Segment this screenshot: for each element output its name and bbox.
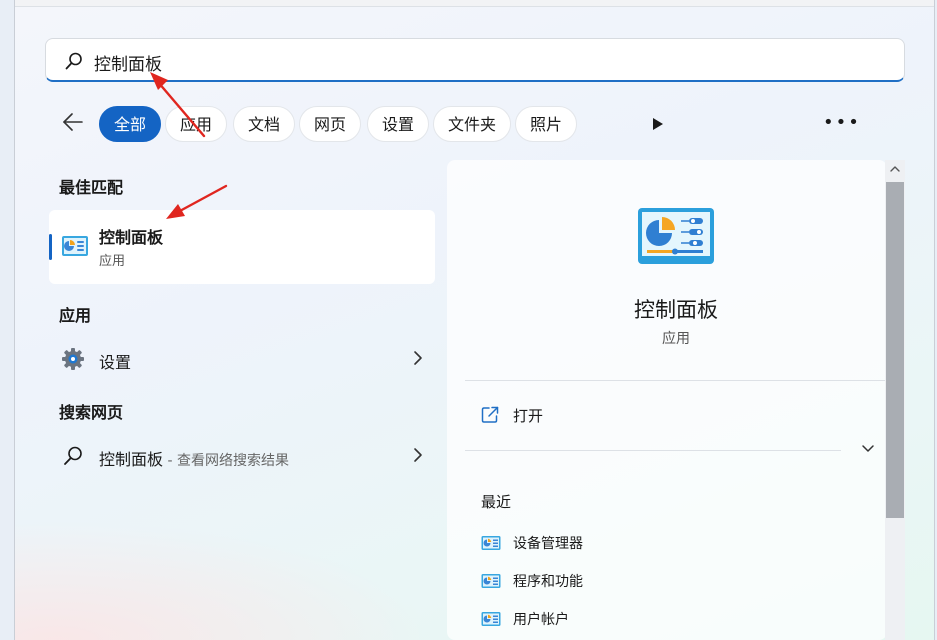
control-panel-icon [638,208,714,264]
best-match-type: 应用 [99,254,126,269]
recent-item-device-manager[interactable]: 设备管理器 [481,530,841,558]
filter-all[interactable]: 全部 [99,106,162,142]
search-box[interactable]: 控制面板 [45,38,905,82]
window-top-strip [15,0,934,7]
control-panel-icon [481,574,501,588]
app-item-settings[interactable]: 设置 [49,339,435,379]
detail-type: 应用 [662,331,690,347]
recent-heading: 最近 [481,493,512,511]
recent-item-label: 程序和功能 [513,574,583,590]
app-item-label: 设置 [99,353,132,372]
chevron-right-icon [414,448,422,462]
search-icon [65,52,82,70]
filter-web[interactable]: 网页 [299,106,362,142]
open-action[interactable]: 打开 [513,405,543,426]
detail-divider [465,450,841,451]
play-icon[interactable] [651,116,665,132]
filter-folders[interactable]: 文件夹 [433,106,512,142]
web-search-query: 控制面板 [99,450,164,469]
recent-item-label: 用户帐户 [513,612,569,628]
control-panel-icon [62,236,88,256]
best-match-name: 控制面板 [99,228,164,247]
detail-pane: 控制面板 应用 打开 最近 设备管理器 程序和功能 用户帐户 [447,160,887,640]
search-icon [64,446,82,465]
control-panel-icon [481,536,501,550]
web-search-hint: - 查看网络搜索结果 [163,453,289,469]
filter-settings[interactable]: 设置 [367,106,430,142]
chevron-down-icon[interactable] [861,444,875,454]
recent-item-user-accounts[interactable]: 用户帐户 [481,606,841,634]
best-match-heading: 最佳匹配 [59,178,124,197]
back-arrow-icon[interactable] [61,110,85,134]
open-external-icon[interactable] [481,406,499,424]
recent-item-label: 设备管理器 [513,536,583,552]
web-search-item[interactable]: 控制面板 - 查看网络搜索结果 [49,436,435,476]
web-search-heading: 搜索网页 [59,403,124,422]
control-panel-icon [481,612,501,626]
gear-icon [62,348,84,370]
filter-photos[interactable]: 照片 [515,106,578,142]
filter-documents[interactable]: 文档 [233,106,296,142]
search-window: 控制面板 全部 应用 文档 网页 设置 文件夹 照片 ••• 最佳匹配 控制面板… [14,0,935,640]
search-input[interactable]: 控制面板 [94,50,162,75]
web-search-label: 控制面板 - 查看网络搜索结果 [99,446,289,470]
selection-indicator [49,234,52,260]
chevron-right-icon [414,351,422,365]
detail-title: 控制面板 [634,298,718,322]
scroll-thumb[interactable] [886,182,904,518]
recent-item-programs[interactable]: 程序和功能 [481,568,841,596]
filter-apps[interactable]: 应用 [165,106,228,142]
filter-bar: 全部 应用 文档 网页 设置 文件夹 照片 ••• [15,104,934,144]
more-icon[interactable]: ••• [823,112,861,133]
detail-divider [465,380,887,381]
apps-heading: 应用 [59,306,92,325]
detail-scrollbar[interactable] [885,160,905,640]
scroll-up-icon[interactable] [889,164,901,174]
best-match-item[interactable]: 控制面板 应用 [49,210,435,284]
